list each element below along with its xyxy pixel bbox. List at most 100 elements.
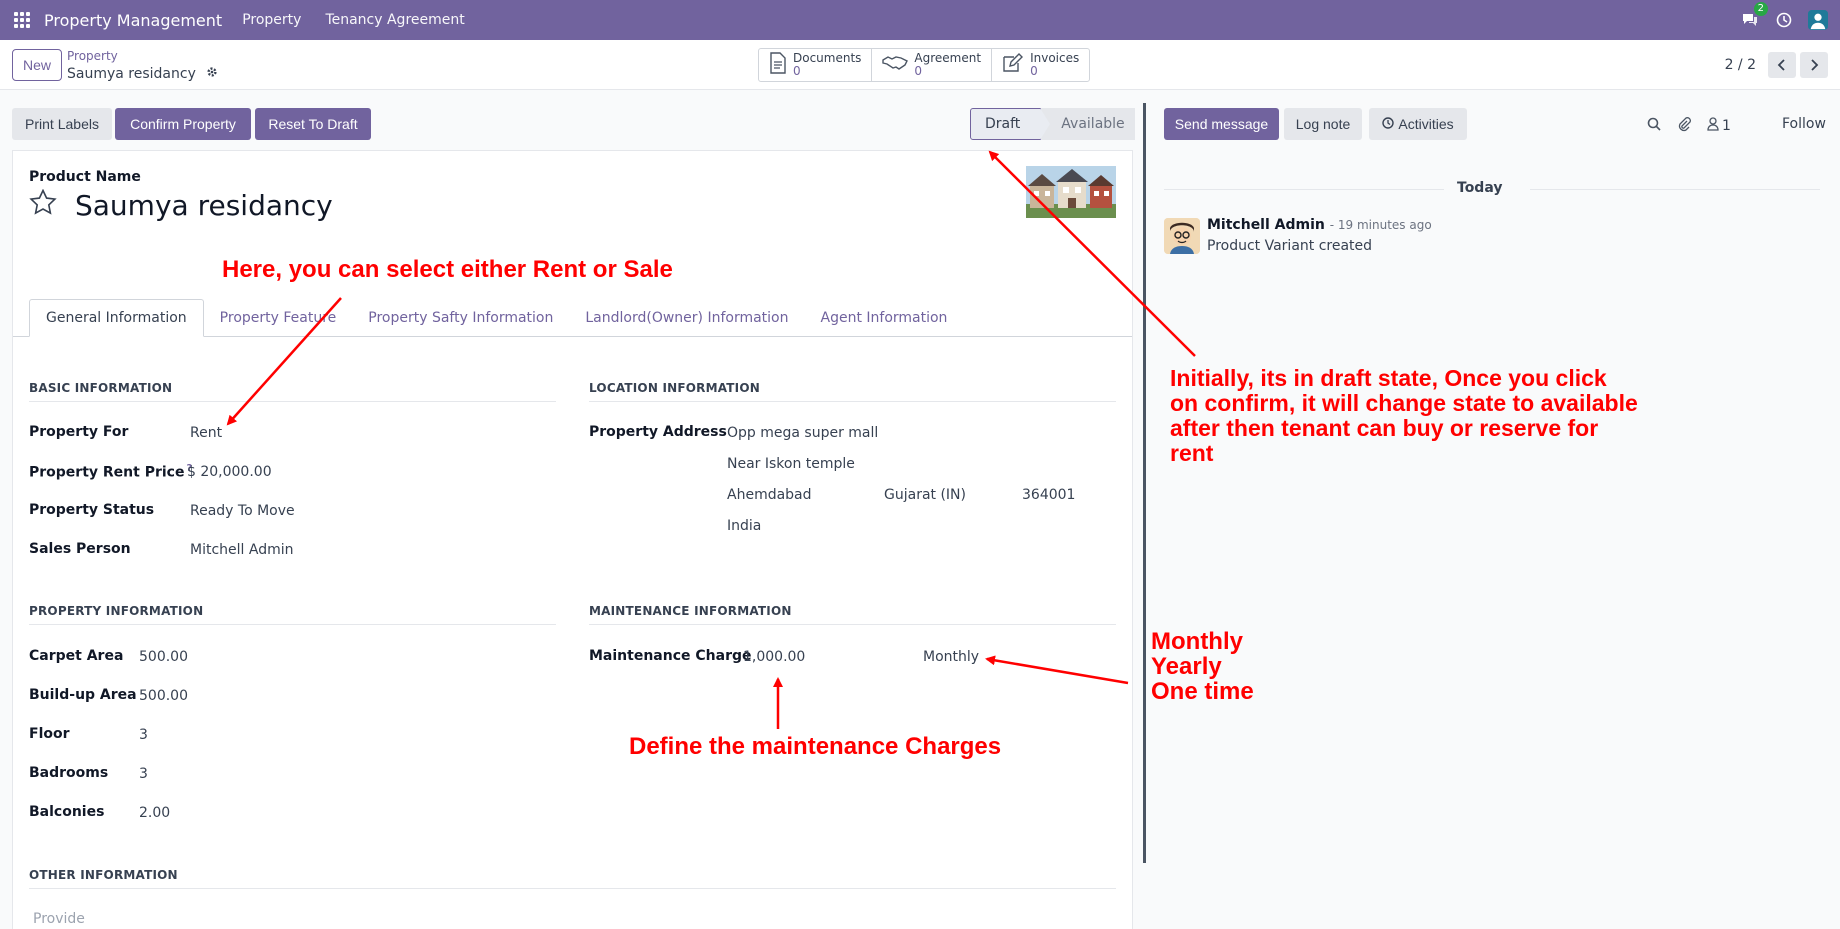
new-button[interactable]: New xyxy=(12,49,62,81)
maintenance-information-heading: MAINTENANCE INFORMATION xyxy=(589,604,1116,625)
documents-smart-button[interactable]: Documents 0 xyxy=(759,49,873,81)
property-status-label: Property Status xyxy=(29,502,155,518)
carpet-area-field[interactable]: 500.00 xyxy=(139,649,188,665)
property-for-field[interactable]: Rent xyxy=(190,425,222,441)
carpet-area-label: Carpet Area xyxy=(29,648,124,664)
tab-property-feature[interactable]: Property Feature xyxy=(204,299,353,337)
stage-available[interactable]: Available xyxy=(1041,108,1136,140)
tab-general-information[interactable]: General Information xyxy=(29,299,204,337)
app-brand[interactable]: Property Management xyxy=(44,11,222,30)
tab-agent-information[interactable]: Agent Information xyxy=(805,299,964,337)
menu-tenancy-agreement[interactable]: Tenancy Agreement xyxy=(325,12,464,28)
tab-landlord-information[interactable]: Landlord(Owner) Information xyxy=(569,299,804,337)
sales-person-field[interactable]: Mitchell Admin xyxy=(190,542,294,558)
pager-next-button[interactable] xyxy=(1800,52,1828,78)
smart-buttons: Documents 0 Agreement 0 Invoices 0 xyxy=(758,48,1091,82)
chatter-splitter[interactable] xyxy=(1143,103,1146,863)
confirm-property-button[interactable]: Confirm Property xyxy=(115,108,251,140)
date-separator: Today xyxy=(1457,180,1503,196)
status-stages: Draft Available xyxy=(970,108,1136,140)
property-rent-price-label-text: Property Rent Price xyxy=(29,464,185,481)
product-name-field[interactable]: Saumya residancy xyxy=(75,189,333,222)
activity-clock-icon[interactable] xyxy=(1774,10,1794,30)
annotation-draft-line-1: Initially, its in draft state, Once you … xyxy=(1170,365,1607,391)
favorite-star-icon[interactable] xyxy=(29,188,57,219)
annotation-period-yearly: Yearly xyxy=(1151,653,1222,680)
message-body: Product Variant created xyxy=(1207,238,1373,254)
chatter-panel: Send message Log note Activities 1 Follo… xyxy=(1147,90,1840,929)
breadcrumb-record: Saumya residancy xyxy=(67,66,218,82)
annotation-period-one-time: One time xyxy=(1151,678,1254,705)
provide-field[interactable]: Provide xyxy=(33,911,85,927)
stage-draft[interactable]: Draft xyxy=(970,108,1051,140)
documents-count: 0 xyxy=(793,64,801,78)
pager-value[interactable]: 2 / 2 xyxy=(1725,57,1756,73)
followers-button[interactable]: 1 xyxy=(1707,117,1731,135)
activities-label: Activities xyxy=(1398,116,1454,132)
send-message-button[interactable]: Send message xyxy=(1164,108,1279,140)
invoices-smart-button[interactable]: Invoices 0 xyxy=(992,49,1089,81)
basic-information-heading: BASIC INFORMATION xyxy=(29,381,556,402)
floor-label: Floor xyxy=(29,726,70,742)
log-note-button[interactable]: Log note xyxy=(1284,108,1362,140)
property-status-field[interactable]: Ready To Move xyxy=(190,503,295,519)
apps-menu-icon[interactable] xyxy=(0,0,44,40)
annotation-draft-state: Initially, its in draft state, Once you … xyxy=(1170,366,1638,466)
user-avatar-icon[interactable] xyxy=(1808,10,1828,30)
gear-icon[interactable] xyxy=(206,66,218,82)
pager-previous-button[interactable] xyxy=(1768,52,1796,78)
annotation-draft-line-3: after then tenant can buy or reserve for xyxy=(1170,415,1599,441)
activities-button[interactable]: Activities xyxy=(1369,108,1467,140)
breadcrumb-property[interactable]: Property xyxy=(67,49,118,63)
buildup-area-field[interactable]: 500.00 xyxy=(139,688,188,704)
balconies-label: Balconies xyxy=(29,804,105,820)
messages-icon[interactable]: 2 xyxy=(1740,2,1768,30)
street2-field[interactable]: Near Iskon temple xyxy=(727,456,855,472)
country-field[interactable]: India xyxy=(727,518,761,534)
date-separator-line-left xyxy=(1164,189,1444,190)
top-navbar: Property Management Property Tenancy Agr… xyxy=(0,0,1840,40)
sales-person-label: Sales Person xyxy=(29,541,131,557)
print-labels-button[interactable]: Print Labels xyxy=(12,108,112,140)
agreement-label: Agreement xyxy=(914,51,982,65)
maintenance-period-field[interactable]: Monthly xyxy=(923,649,979,665)
agreement-smart-button[interactable]: Agreement 0 xyxy=(872,49,993,81)
handshake-icon xyxy=(882,54,909,76)
person-icon xyxy=(1707,117,1719,135)
state-field[interactable]: Gujarat (IN) xyxy=(884,487,966,503)
form-tabs: General Information Property Feature Pro… xyxy=(29,299,963,337)
annotation-rent-or-sale: Here, you can select either Rent or Sale xyxy=(222,256,673,283)
buildup-area-label: Build-up Area xyxy=(29,687,137,703)
agreement-count: 0 xyxy=(914,64,923,78)
author-avatar[interactable] xyxy=(1164,218,1200,254)
maintenance-charge-field[interactable]: 1,000.00 xyxy=(743,649,805,665)
menu-property[interactable]: Property xyxy=(242,12,301,28)
clock-icon xyxy=(1382,116,1395,132)
search-icon[interactable] xyxy=(1647,117,1661,135)
annotation-periods: Monthly Yearly One time xyxy=(1151,629,1254,704)
follow-button[interactable]: Follow xyxy=(1782,116,1826,132)
message-time: - 19 minutes ago xyxy=(1329,218,1432,232)
property-rent-price-field[interactable]: $ 20,000.00 xyxy=(187,464,272,480)
product-name-label: Product Name xyxy=(29,169,141,185)
city-field[interactable]: Ahemdabad xyxy=(727,487,812,503)
chatter-tools: 1 xyxy=(1647,116,1731,136)
message-author-name[interactable]: Mitchell Admin xyxy=(1207,217,1325,233)
street-field[interactable]: Opp mega super mall xyxy=(727,425,878,441)
paperclip-icon[interactable] xyxy=(1677,116,1691,136)
annotation-draft-line-4: rent xyxy=(1170,440,1214,466)
tab-property-safty-information[interactable]: Property Safty Information xyxy=(352,299,569,337)
documents-label: Documents xyxy=(793,51,862,65)
reset-to-draft-button[interactable]: Reset To Draft xyxy=(255,108,371,140)
form-statusbar: Print Labels Confirm Property Reset To D… xyxy=(0,90,1146,150)
zip-field[interactable]: 364001 xyxy=(1022,487,1075,503)
followers-count: 1 xyxy=(1722,118,1731,134)
annotation-period-monthly: Monthly xyxy=(1151,628,1243,655)
invoices-count: 0 xyxy=(1030,64,1038,78)
property-image[interactable] xyxy=(1026,166,1116,218)
floor-field[interactable]: 3 xyxy=(139,727,148,743)
pager: 2 / 2 xyxy=(1725,52,1828,78)
bedrooms-field[interactable]: 3 xyxy=(139,766,148,782)
annotation-maintenance: Define the maintenance Charges xyxy=(629,733,1002,760)
balconies-field[interactable]: 2.00 xyxy=(139,805,170,821)
